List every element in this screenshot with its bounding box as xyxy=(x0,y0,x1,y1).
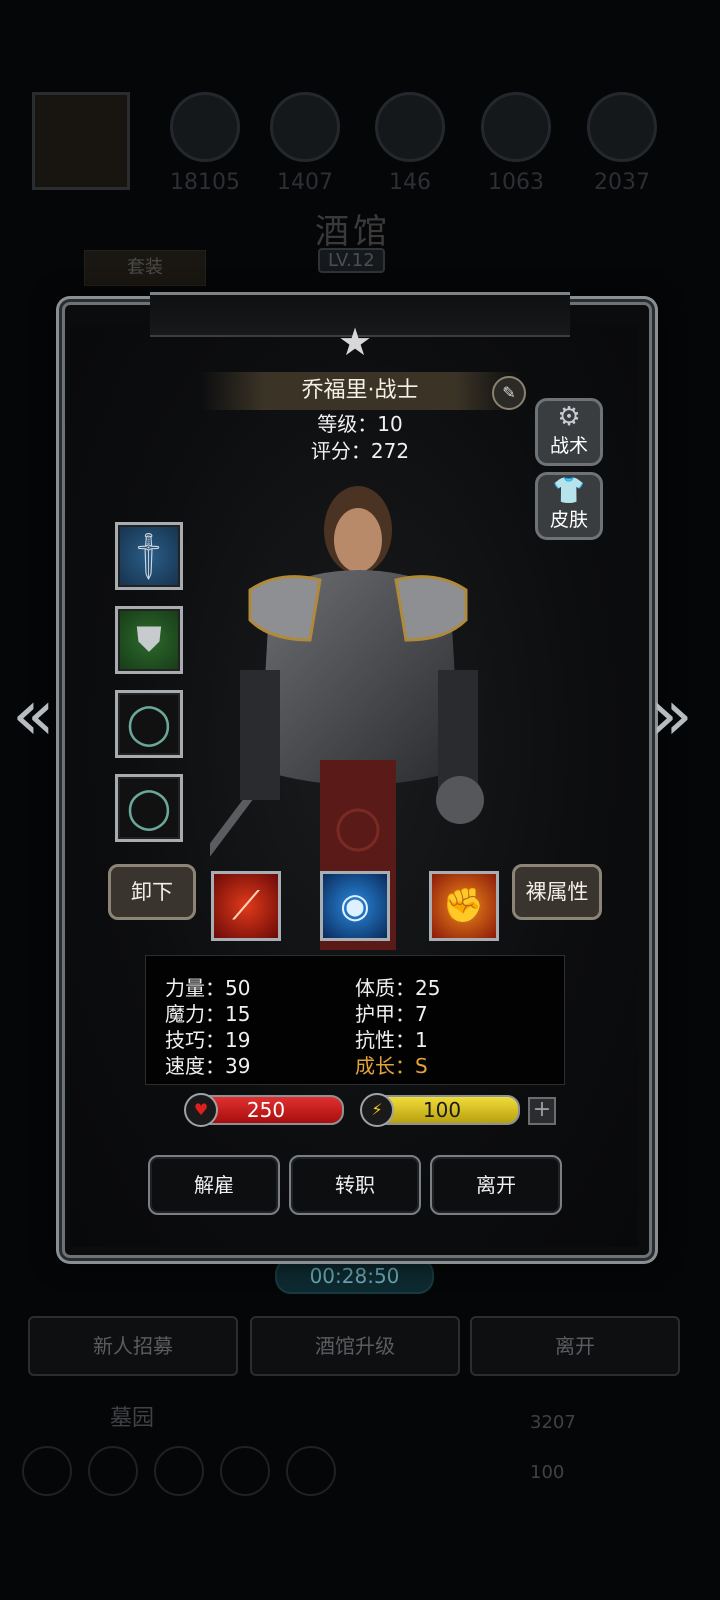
tavern-title: 酒馆 xyxy=(315,212,391,252)
resource-1: 18105 xyxy=(165,92,245,195)
menu-icon[interactable] xyxy=(220,1446,270,1496)
menu-icon[interactable] xyxy=(88,1446,138,1496)
stat-strength: 力量：50 xyxy=(165,976,251,1000)
plus-icon: + xyxy=(532,1097,552,1122)
star-icon: ★ xyxy=(337,320,373,364)
resource-value: 1063 xyxy=(488,170,544,195)
ring-slot-2[interactable]: ◯ xyxy=(115,774,183,842)
skill-slot-2[interactable]: ◉ xyxy=(320,871,390,941)
resource-icon xyxy=(270,92,340,162)
menu-icon[interactable] xyxy=(22,1446,72,1496)
prev-hero-arrow[interactable]: « xyxy=(12,680,55,750)
menu-icon[interactable] xyxy=(154,1446,204,1496)
tactics-label: 战术 xyxy=(549,435,588,457)
tab-suit[interactable]: 套装 xyxy=(84,250,206,286)
gem-value: 100 xyxy=(530,1462,565,1483)
next-hero-arrow[interactable]: » xyxy=(650,680,693,750)
skin-label: 皮肤 xyxy=(549,509,588,531)
bottom-icon-row xyxy=(22,1446,336,1496)
resource-value: 146 xyxy=(389,170,431,195)
resource-2: 1407 xyxy=(265,92,345,195)
heart-icon: ♥ xyxy=(184,1093,218,1127)
energy-value: 100 xyxy=(422,1098,462,1122)
fist-skill-icon: ✊ xyxy=(442,886,486,926)
skin-button[interactable]: 👕 皮肤 xyxy=(535,472,603,540)
resource-value: 2037 xyxy=(594,170,650,195)
sword-icon: 🗡 xyxy=(119,526,179,586)
stat-skill: 技巧：19 xyxy=(165,1028,251,1052)
dismiss-button[interactable]: 解雇 xyxy=(148,1155,280,1215)
ring-icon: ◯ xyxy=(126,701,172,747)
hero-name: 乔福里·战士 xyxy=(200,372,520,410)
leave-button[interactable]: 离开 xyxy=(430,1155,562,1215)
unequip-button[interactable]: 卸下 xyxy=(108,864,196,920)
ring-icon: ◯ xyxy=(126,785,172,831)
stat-growth: 成长：S xyxy=(355,1054,428,1078)
stat-speed: 速度：39 xyxy=(165,1054,251,1078)
add-energy-button[interactable]: + xyxy=(528,1097,556,1125)
slash-skill-icon: ⟋ xyxy=(232,883,260,929)
stat-resistance: 抗性：1 xyxy=(355,1028,428,1052)
chevron-right-icon: » xyxy=(650,674,693,756)
resource-value: 1407 xyxy=(277,170,333,195)
resource-icon xyxy=(481,92,551,162)
portrait-icon xyxy=(32,92,130,190)
leave-tavern-button[interactable]: 离开 xyxy=(470,1316,680,1376)
hero-score: 评分：272 xyxy=(310,439,410,463)
ring-slot-1[interactable]: ◯ xyxy=(115,690,183,758)
hp-value: 250 xyxy=(246,1098,286,1122)
chevron-left-icon: « xyxy=(12,674,55,756)
hero-portrait-resource xyxy=(32,92,130,190)
resource-4: 1063 xyxy=(476,92,556,195)
skill-slot-3[interactable]: ✊ xyxy=(429,871,499,941)
weapon-slot[interactable]: 🗡 xyxy=(115,522,183,590)
lightning-icon: ⚡ xyxy=(360,1093,394,1127)
graveyard-label: 墓园 xyxy=(110,1406,155,1431)
timer: 00:28:50 xyxy=(275,1258,434,1294)
recruit-button[interactable]: 新人招募 xyxy=(28,1316,238,1376)
eye-skill-icon: ◉ xyxy=(340,886,370,926)
stat-armor: 护甲：7 xyxy=(355,1002,428,1026)
base-stats-button[interactable]: 裸属性 xyxy=(512,864,602,920)
resource-icon xyxy=(375,92,445,162)
gold-value: 3207 xyxy=(530,1412,576,1433)
gear-icon: ⚙ xyxy=(557,402,581,432)
resource-icon xyxy=(587,92,657,162)
tactics-button[interactable]: ⚙ 战术 xyxy=(535,398,603,466)
edit-name-button[interactable]: ✎ xyxy=(492,376,526,410)
upgrade-tavern-button[interactable]: 酒馆升级 xyxy=(250,1316,460,1376)
resource-3: 146 xyxy=(370,92,450,195)
tavern-level: LV.12 xyxy=(318,248,385,273)
armor-icon: ⛊ xyxy=(136,620,162,660)
stat-magic: 魔力：15 xyxy=(165,1002,251,1026)
skill-slot-1[interactable]: ⟋ xyxy=(211,871,281,941)
resource-5: 2037 xyxy=(582,92,662,195)
armor-slot[interactable]: ⛊ xyxy=(115,606,183,674)
stat-constitution: 体质：25 xyxy=(355,976,441,1000)
shirt-icon: 👕 xyxy=(552,476,586,506)
pencil-icon: ✎ xyxy=(502,383,516,402)
resource-value: 18105 xyxy=(170,170,240,195)
transfer-button[interactable]: 转职 xyxy=(289,1155,421,1215)
menu-icon[interactable] xyxy=(286,1446,336,1496)
resource-icon xyxy=(170,92,240,162)
hero-level: 等级：10 xyxy=(317,412,403,436)
